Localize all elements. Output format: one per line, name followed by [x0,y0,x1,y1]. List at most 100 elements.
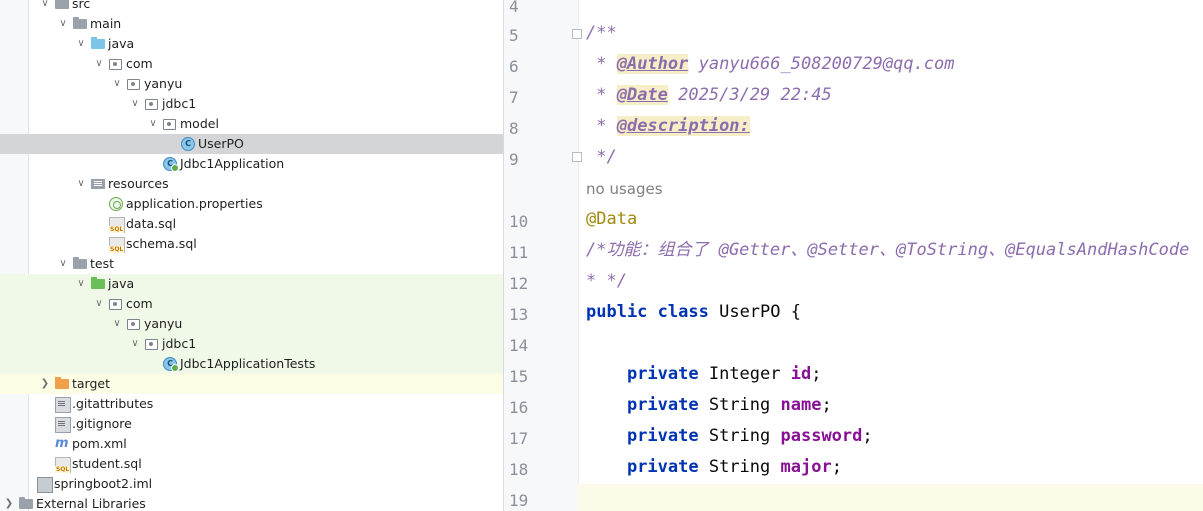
tree-item[interactable]: .gitattributes [0,394,503,414]
chevron-down-icon[interactable]: ∨ [129,94,141,114]
tree-item[interactable]: ∨ test [0,254,503,274]
tree-item[interactable]: ∨ main [0,14,503,34]
folder-grey-icon [55,0,69,9]
package-icon [109,299,122,310]
tree-item[interactable]: ❯ target [0,374,503,394]
author-tag: @Author [616,54,689,74]
properties-file-icon [109,197,123,211]
doc-comment-close: */ [586,147,617,167]
tree-item-label: model [180,116,219,131]
tree-item[interactable]: ∨ src [0,0,503,14]
semicolon: ; [862,426,873,446]
chevron-down-icon[interactable]: ∨ [93,54,105,74]
git-file-icon [55,417,71,433]
resources-folder-icon [91,179,105,189]
current-line-19[interactable] [578,484,1203,511]
line-number: 13 [509,305,529,324]
tree-item[interactable]: data.sql [0,214,503,234]
line-number: 7 [509,88,519,107]
tree-item[interactable]: ∨ com [0,294,503,314]
tree-item-label: UserPO [198,136,244,151]
tree-item-label: schema.sql [126,236,197,251]
tree-item-label: java [108,36,135,51]
chevron-right-icon[interactable]: ❯ [3,494,15,511]
field-name: password [780,426,863,446]
field-type: String [698,395,781,415]
code-line-5: /** [586,19,617,47]
line-number: 10 [509,212,529,231]
tree-item[interactable]: ∨ jdbc1 [0,334,503,354]
chevron-down-icon[interactable]: ∨ [75,174,87,194]
tree-item[interactable]: schema.sql [0,234,503,254]
chevron-down-icon[interactable]: ∨ [147,114,159,134]
tree-item-label: main [90,16,122,31]
tree-item-label: .gitattributes [72,396,154,411]
code-line-13: public class UserPO { [586,298,801,326]
tree-item[interactable]: ❯ External Libraries [0,494,503,511]
tree-item[interactable]: student.sql [0,454,503,474]
folder-orange-icon [55,377,69,389]
tree-item[interactable]: ∨ com [0,54,503,74]
fold-marker-icon[interactable] [572,152,582,162]
code-line-6: * @Author yanyu666_508200729@qq.com [586,50,955,78]
chevron-down-icon[interactable]: ∨ [75,274,87,294]
line-number: 14 [509,336,529,355]
tree-item[interactable]: ∨ jdbc1 [0,94,503,114]
line-number: 5 [509,26,519,45]
tree-item[interactable]: C Jdbc1Application [0,154,503,174]
doc-star: * [586,85,617,105]
tree-item[interactable]: ∨ yanyu [0,314,503,334]
tree-item-label: Jdbc1Application [180,156,285,171]
field-name: id [790,364,812,384]
tree-item-label: student.sql [72,456,142,471]
line-number: 12 [509,274,529,293]
line-number: 17 [509,429,529,448]
code-line-12: * */ [586,267,627,295]
line-number: 15 [509,367,529,386]
code-line-7: * @Date 2025/3/29 22:45 [586,81,832,109]
code-line-9: */ [586,143,617,171]
tree-item-label: java [108,276,135,291]
chevron-down-icon[interactable]: ∨ [75,34,87,54]
package-icon [109,59,122,70]
usages-hint[interactable]: no usages [586,180,663,198]
chevron-down-icon[interactable]: ∨ [57,254,69,274]
private-keyword: private [626,457,699,477]
line-number: 11 [509,243,529,262]
line-number: 16 [509,398,529,417]
class-app-icon: C [163,157,179,172]
field-type: String [698,457,781,477]
tree-item[interactable]: ∨ yanyu [0,74,503,94]
chevron-down-icon[interactable]: ∨ [93,294,105,314]
tree-item[interactable]: C Jdbc1ApplicationTests [0,354,503,374]
tree-item[interactable]: application.properties [0,194,503,214]
package-icon [145,339,158,350]
tree-item[interactable]: .gitignore [0,414,503,434]
code-line-11: /*功能：组合了 @Getter、@Setter、@ToString、@Equa… [586,236,1189,264]
libraries-icon [19,497,33,509]
chevron-right-icon[interactable]: ❯ [39,374,51,394]
folder-grey-icon [73,17,87,29]
package-icon [127,319,140,330]
class-app-icon: C [163,357,179,372]
tree-item[interactable]: m pom.xml [0,434,503,454]
chevron-down-icon[interactable]: ∨ [111,314,123,334]
chevron-down-icon[interactable]: ∨ [39,0,51,14]
tree-item[interactable]: ∨ resources [0,174,503,194]
tree-item[interactable]: springboot2.iml [0,474,503,494]
tree-item[interactable]: ∨ java [0,274,503,294]
tree-item[interactable]: ∨ java [0,34,503,54]
tree-item[interactable]: ∨ model [0,114,503,134]
public-keyword: public [586,302,648,322]
doc-star: * [586,116,617,136]
chevron-down-icon[interactable]: ∨ [111,74,123,94]
tree-item-label: jdbc1 [162,96,197,111]
tree-item-label: springboot2.iml [54,476,153,491]
chevron-down-icon[interactable]: ∨ [57,14,69,34]
line-number: 18 [509,460,529,479]
folder-green-icon [91,277,105,289]
chevron-down-icon[interactable]: ∨ [129,334,141,354]
fold-marker-icon[interactable] [572,29,582,39]
tree-item[interactable]: C UserPO [0,134,503,154]
code-editor[interactable]: 4 5 6 7 8 9 10 11 12 13 14 15 16 17 18 19 /** * @Author… [504,0,1203,511]
